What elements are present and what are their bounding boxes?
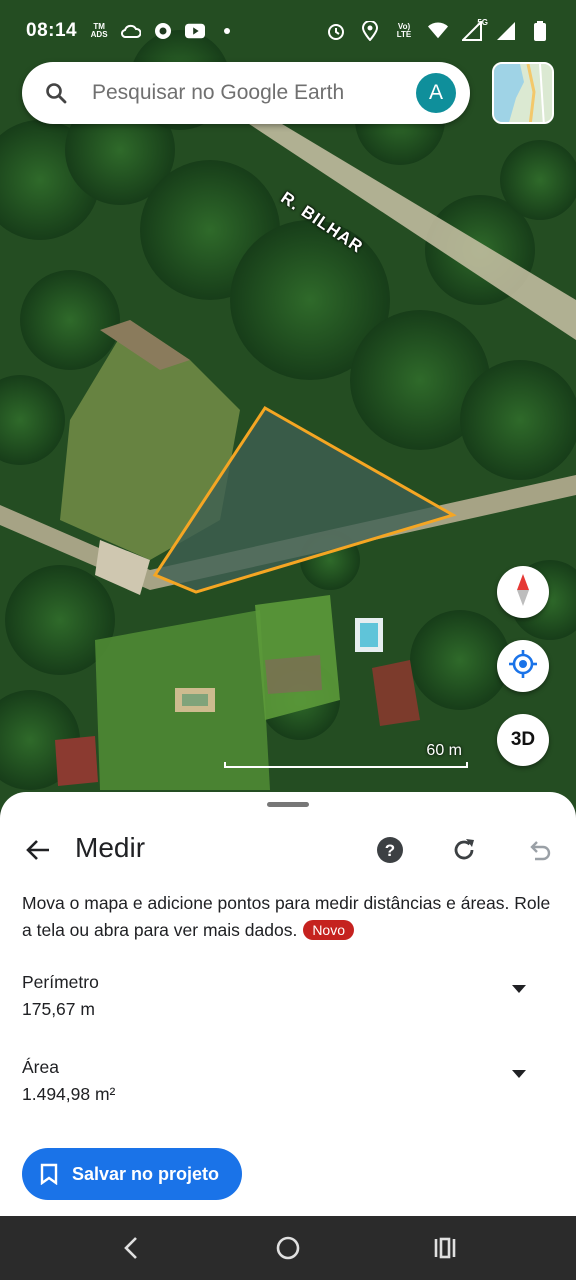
satellite-map[interactable]: 08:14 TM ADS Vo) LTE 5G Pesquisar no Goo…	[0, 0, 576, 810]
perimeter-label: Perímetro	[22, 972, 99, 992]
refresh-icon[interactable]	[450, 836, 478, 864]
caret-down-icon[interactable]	[512, 980, 526, 993]
perimeter-value: 175,67 m	[22, 999, 95, 1019]
svg-text:?: ?	[385, 841, 395, 860]
compass-icon	[513, 573, 533, 611]
scale-bar: 60 m	[224, 742, 468, 768]
bookmark-icon	[40, 1163, 58, 1186]
nav-back-icon[interactable]	[118, 1234, 146, 1262]
map-style-thumbnail[interactable]	[492, 62, 554, 124]
compass-button[interactable]	[497, 566, 549, 618]
undo-icon[interactable]	[525, 836, 553, 864]
status-bar: 08:14 TM ADS Vo) LTE 5G	[0, 0, 576, 62]
drag-handle[interactable]	[267, 802, 309, 807]
my-location-icon	[508, 649, 538, 684]
sheet-header: Medir ?	[0, 824, 576, 876]
youtube-icon	[185, 21, 206, 41]
scale-line	[224, 762, 468, 768]
chrome-icon	[153, 21, 173, 41]
tim-ads-icon: TM ADS	[89, 21, 109, 41]
search-bar[interactable]: Pesquisar no Google Earth A	[22, 62, 470, 124]
back-arrow-icon[interactable]	[24, 836, 52, 864]
cloud-icon	[121, 21, 142, 41]
page-title: Medir	[75, 832, 146, 863]
instructions-text: Mova o mapa e adicione pontos para medir…	[22, 890, 552, 944]
notification-dot-icon	[217, 21, 237, 41]
save-button-label: Salvar no projeto	[72, 1163, 220, 1184]
area-label: Área	[22, 1057, 59, 1077]
3d-toggle-button[interactable]: 3D	[497, 714, 549, 766]
search-icon[interactable]	[44, 81, 68, 105]
nav-home-icon[interactable]	[274, 1234, 302, 1262]
perimeter-row[interactable]: Perímetro 175,67 m	[22, 972, 542, 1020]
signal-5g-icon: 5G	[462, 19, 488, 41]
my-location-button[interactable]	[497, 640, 549, 692]
measure-sheet: Medir ? Mova o mapa e adicione pontos pa…	[0, 792, 576, 1216]
wifi-icon	[428, 21, 448, 41]
help-icon[interactable]: ?	[376, 836, 404, 864]
instructions-body: Mova o mapa e adicione pontos para medir…	[22, 893, 551, 940]
volte-icon: Vo) LTE	[394, 21, 414, 41]
save-to-project-button[interactable]: Salvar no projeto	[22, 1148, 242, 1200]
area-row[interactable]: Área 1.494,98 m²	[22, 1057, 542, 1105]
area-value: 1.494,98 m²	[22, 1084, 116, 1104]
scale-label: 60 m	[426, 742, 462, 759]
network-badge-bottom: ADS	[90, 30, 108, 39]
alarm-icon	[326, 21, 346, 41]
search-input[interactable]: Pesquisar no Google Earth	[92, 81, 416, 105]
battery-icon	[530, 21, 550, 41]
caret-down-icon[interactable]	[512, 1065, 526, 1078]
volte-bottom: LTE	[396, 30, 412, 39]
signal-icon	[496, 21, 516, 41]
nav-recents-icon[interactable]	[430, 1234, 458, 1262]
clock: 08:14	[26, 20, 78, 41]
avatar[interactable]: A	[416, 73, 456, 113]
system-nav-bar	[0, 1216, 576, 1280]
location-icon	[360, 21, 380, 41]
new-badge: Novo	[303, 920, 354, 940]
signal-label: 5G	[477, 18, 488, 27]
